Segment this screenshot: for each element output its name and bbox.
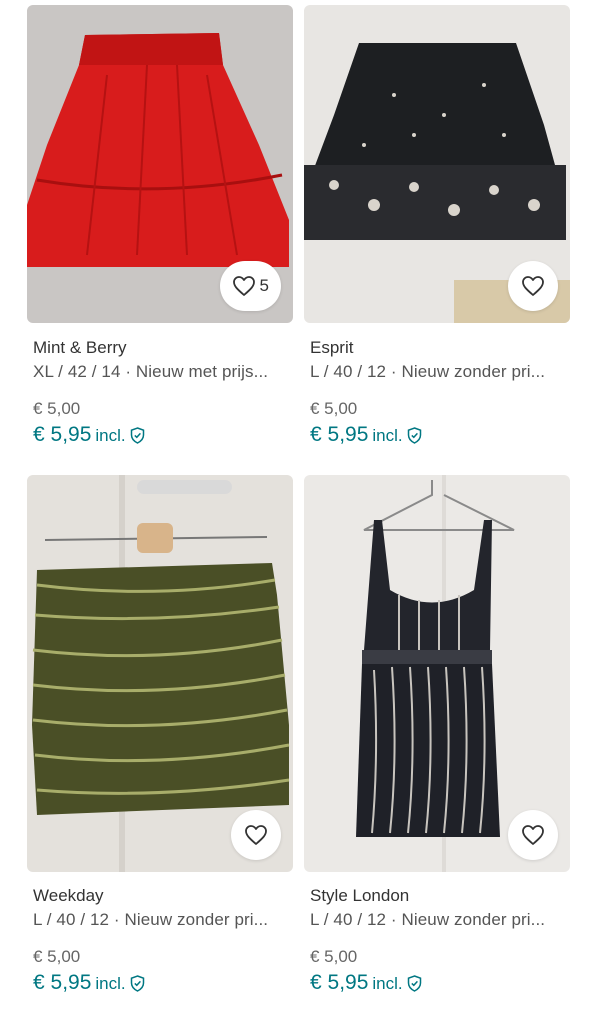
heart-icon: [522, 825, 544, 845]
item-price: € 5,00: [33, 947, 81, 966]
brand-name: Esprit: [310, 338, 354, 357]
incl-label: incl.: [372, 974, 403, 993]
size-condition: L / 40 / 12 · Nieuw zonder pri...: [33, 910, 269, 929]
price-incl-amount: € 5,95: [310, 423, 369, 446]
product-photo[interactable]: [27, 475, 293, 872]
item-price: € 5,00: [33, 399, 81, 418]
heart-icon: [522, 276, 544, 296]
favorite-button[interactable]: 5: [219, 261, 281, 311]
brand-name: Mint & Berry: [33, 338, 127, 357]
size-condition: XL / 42 / 14 · Nieuw met prijs...: [33, 362, 269, 381]
shield-check-icon: [407, 426, 421, 444]
shield-check-icon: [130, 974, 144, 992]
product-photo[interactable]: [304, 5, 570, 323]
heart-icon: [232, 276, 255, 296]
price-incl-protection[interactable]: € 5,95 incl.: [33, 971, 291, 995]
heart-icon: [245, 825, 267, 845]
favorite-count: 5: [259, 276, 269, 295]
price-incl-amount: € 5,95: [33, 971, 92, 994]
price-incl-protection[interactable]: € 5,95 incl.: [310, 423, 568, 447]
product-info: Weekday L / 40 / 12 · Nieuw zonder pri..…: [33, 885, 291, 995]
item-price: € 5,00: [310, 947, 358, 966]
product-info: Style London L / 40 / 12 · Nieuw zonder …: [310, 885, 568, 995]
item-price: € 5,00: [310, 399, 358, 418]
incl-label: incl.: [95, 426, 126, 445]
favorite-button[interactable]: [508, 810, 558, 860]
incl-label: incl.: [372, 426, 403, 445]
size-condition: L / 40 / 12 · Nieuw zonder pri...: [310, 910, 546, 929]
favorite-button[interactable]: [231, 810, 281, 860]
product-photo[interactable]: [304, 475, 570, 872]
price-incl-amount: € 5,95: [310, 971, 369, 994]
product-info: Mint & Berry XL / 42 / 14 · Nieuw met pr…: [33, 337, 291, 447]
brand-name: Weekday: [33, 886, 104, 905]
product-grid: 5 Mint & Berry XL / 42 / 14 · Nieuw met …: [0, 0, 596, 1024]
brand-name: Style London: [310, 886, 410, 905]
incl-label: incl.: [95, 974, 126, 993]
price-incl-protection[interactable]: € 5,95 incl.: [310, 971, 568, 995]
price-incl-amount: € 5,95: [33, 423, 92, 446]
shield-check-icon: [130, 426, 144, 444]
price-incl-protection[interactable]: € 5,95 incl.: [33, 423, 291, 447]
product-photo[interactable]: 5: [27, 5, 293, 323]
size-condition: L / 40 / 12 · Nieuw zonder pri...: [310, 362, 546, 381]
shield-check-icon: [407, 974, 421, 992]
product-info: Esprit L / 40 / 12 · Nieuw zonder pri...…: [310, 337, 568, 447]
favorite-button[interactable]: [508, 261, 558, 311]
